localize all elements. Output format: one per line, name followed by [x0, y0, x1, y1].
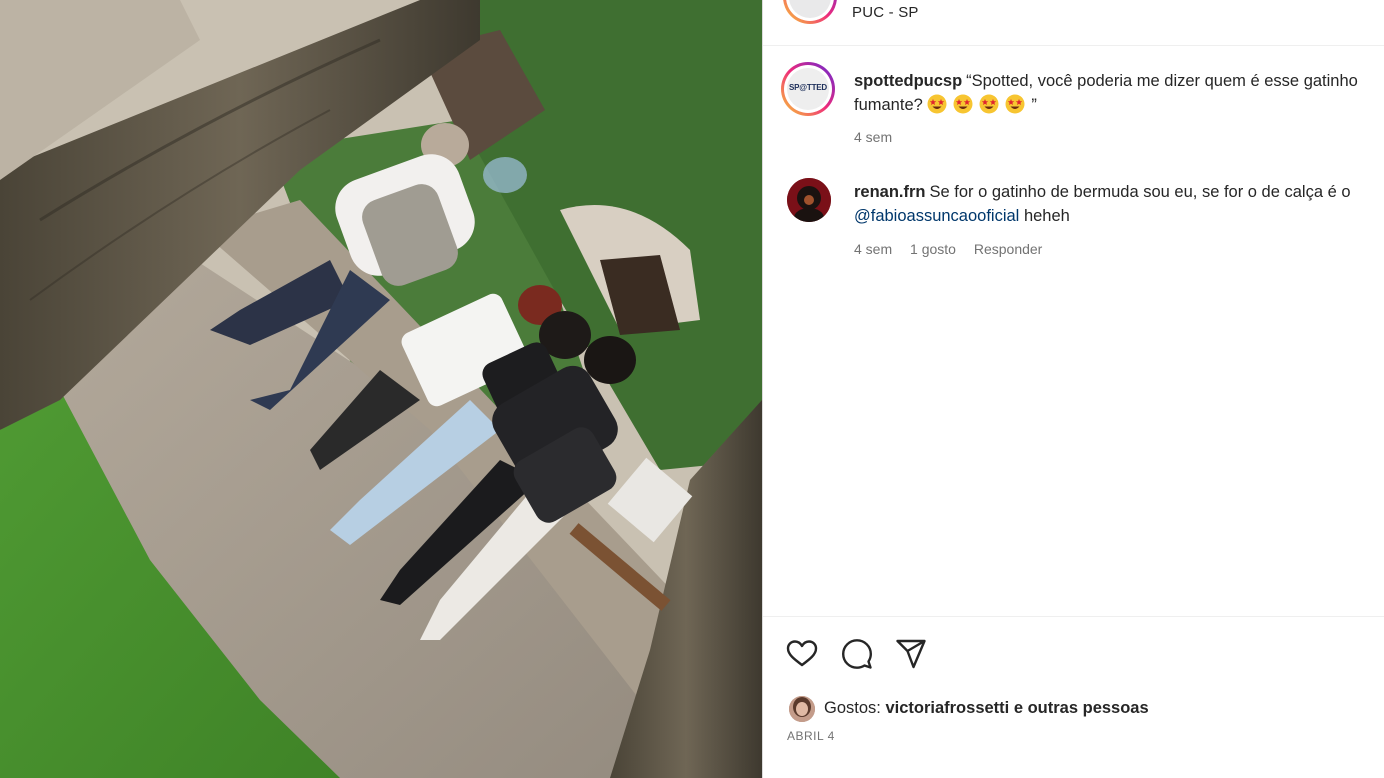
- likes-prefix: Gostos:: [824, 699, 881, 717]
- post-actions: Gostos: victoriafrossetti e outras pesso…: [763, 616, 1384, 778]
- post-side-panel: PUC - SP SP@TTED spottedpucsp “Spotted, v…: [762, 0, 1384, 778]
- comment-username[interactable]: spottedpucsp: [854, 72, 962, 90]
- comment-body: renan.frn Se for o gatinho de bermuda sou…: [854, 180, 1359, 228]
- emoji-row: [927, 94, 1031, 114]
- likes-others-link[interactable]: e outras pessoas: [1014, 699, 1149, 717]
- post-location[interactable]: PUC - SP: [852, 4, 919, 21]
- comment-text-after: heheh: [1019, 207, 1070, 225]
- comment-text: Se for o gatinho de bermuda sou eu, se f…: [929, 183, 1351, 201]
- avatar-image: [787, 178, 831, 222]
- mention-link[interactable]: @fabioassuncaooficial: [854, 207, 1019, 225]
- comment-body: spottedpucsp “Spotted, você poderia me di…: [854, 69, 1359, 117]
- liker-username[interactable]: victoriafrossetti: [885, 699, 1009, 717]
- header-avatar[interactable]: [783, 0, 837, 24]
- spotted-logo: SP@TTED: [789, 83, 827, 92]
- likes-text: Gostos: victoriafrossetti e outras pesso…: [824, 699, 1149, 718]
- comment-time[interactable]: 4 sem: [854, 129, 892, 145]
- comment-username[interactable]: renan.frn: [854, 183, 926, 201]
- comment-meta: 4 sem: [854, 129, 906, 145]
- avatar[interactable]: [787, 178, 831, 222]
- paper-plane-icon[interactable]: [894, 637, 928, 671]
- post-header: PUC - SP: [763, 0, 1384, 46]
- avatar[interactable]: SP@TTED: [781, 62, 835, 116]
- star-struck-emoji-icon: [953, 94, 973, 114]
- comment-time[interactable]: 4 sem: [854, 241, 892, 257]
- post-photo[interactable]: [0, 0, 762, 778]
- instagram-post-view: PUC - SP SP@TTED spottedpucsp “Spotted, v…: [0, 0, 1384, 778]
- star-struck-emoji-icon: [979, 94, 999, 114]
- avatar[interactable]: [789, 696, 815, 722]
- reply-button[interactable]: Responder: [974, 241, 1043, 257]
- post-date[interactable]: ABRIL 4: [787, 729, 835, 743]
- photo-illustration: [0, 0, 762, 778]
- comment-bubble-icon[interactable]: [840, 637, 874, 671]
- comment-text-end: ”: [1031, 96, 1037, 114]
- comment-likes-count[interactable]: 1 gosto: [910, 241, 956, 257]
- star-struck-emoji-icon: [927, 94, 947, 114]
- heart-icon[interactable]: [785, 637, 819, 671]
- comment-meta: 4 sem 1 gosto Responder: [854, 241, 1056, 257]
- avatar-image: [789, 696, 815, 722]
- star-struck-emoji-icon: [1005, 94, 1025, 114]
